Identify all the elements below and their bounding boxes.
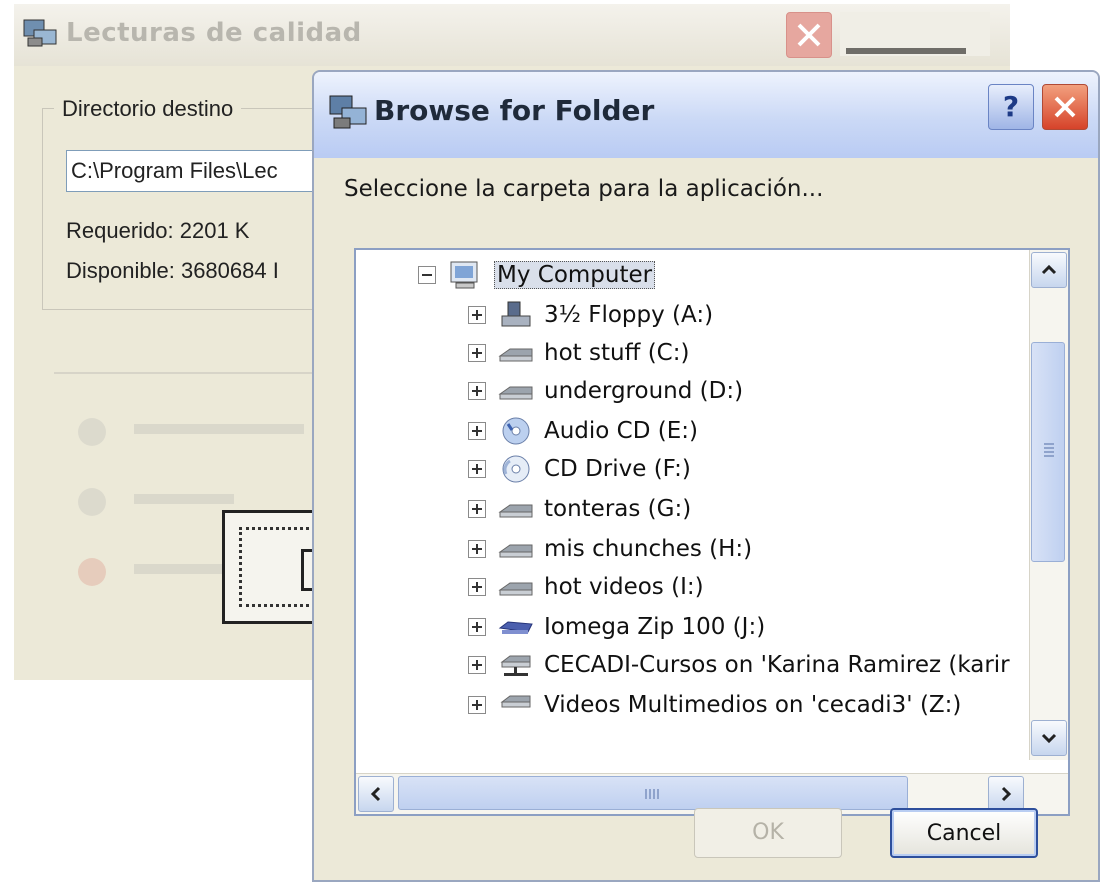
tree-item-label: CD Drive (F:) [544, 456, 691, 482]
audio-cd-icon [498, 416, 534, 446]
scroll-up-button[interactable] [1031, 252, 1067, 288]
vertical-scrollbar[interactable] [1029, 250, 1068, 760]
tree-item-label: underground (D:) [544, 378, 744, 404]
tree-item-drive-c[interactable]: hot stuff (C:) [468, 334, 689, 372]
expand-icon[interactable] [468, 578, 486, 596]
tree-item-label: 3½ Floppy (A:) [544, 302, 714, 328]
tree-item-label: tonteras (G:) [544, 496, 692, 522]
destination-path-field[interactable]: C:\Program Files\Lec [66, 150, 342, 192]
tree-item-drive-g[interactable]: tonteras (G:) [468, 490, 691, 528]
scroll-left-button[interactable] [358, 776, 394, 812]
tree-item-label: My Computer [494, 261, 656, 289]
expand-icon[interactable] [468, 306, 486, 324]
setup-icon [20, 16, 60, 50]
hard-drive-icon [498, 534, 534, 564]
expand-icon[interactable] [468, 618, 486, 636]
tree-item-my-computer[interactable]: My Computer [418, 256, 656, 294]
expand-icon[interactable] [468, 344, 486, 362]
tree-item-label: Iomega Zip 100 (J:) [544, 614, 766, 640]
chevron-right-icon [1001, 786, 1012, 802]
floppy-icon [498, 300, 534, 330]
background-titlebar: Lecturas de calidad [14, 4, 1010, 66]
hard-drive-icon [498, 338, 534, 368]
browse-for-folder-dialog: Browse for Folder ? Seleccione la carpet… [312, 70, 1100, 882]
tree-item-label: hot videos (I:) [544, 574, 704, 600]
cd-drive-icon [498, 454, 534, 484]
chevron-down-icon [1041, 733, 1057, 744]
tree-item-label: CECADI-Cursos on 'Karina Ramirez (karir [544, 652, 1010, 678]
tree-item-drive-e[interactable]: Audio CD (E:) [468, 412, 698, 450]
hard-drive-icon [498, 376, 534, 406]
close-button[interactable] [1042, 84, 1088, 130]
vertical-scroll-thumb[interactable] [1031, 342, 1065, 562]
tree-item-label: Audio CD (E:) [544, 418, 698, 444]
background-window-title: Lecturas de calidad [66, 18, 362, 48]
setup-icon [326, 92, 370, 132]
destination-group-label: Directorio destino [54, 96, 242, 122]
expand-icon[interactable] [468, 460, 486, 478]
background-minimize-button[interactable] [840, 12, 990, 56]
tree-item-label: Videos Multimedios on 'cecadi3' (Z:) [544, 692, 962, 718]
tree-item-drive-d[interactable]: underground (D:) [468, 372, 743, 410]
expand-icon[interactable] [468, 696, 486, 714]
hard-drive-icon [498, 572, 534, 602]
expand-icon[interactable] [468, 656, 486, 674]
cancel-button[interactable]: Cancel [890, 808, 1038, 858]
collapse-icon[interactable] [418, 266, 436, 284]
tree-item-label: hot stuff (C:) [544, 340, 690, 366]
tree-item-floppy[interactable]: 3½ Floppy (A:) [468, 296, 713, 334]
scroll-right-button[interactable] [988, 776, 1024, 812]
tree-item-drive-j[interactable]: Iomega Zip 100 (J:) [468, 608, 765, 646]
tree-item-label: mis chunches (H:) [544, 536, 753, 562]
folder-tree[interactable]: My Computer 3½ Floppy (A:) hot stuff (C:… [354, 248, 1070, 816]
tree-item-network-videos-multimedios[interactable]: Videos Multimedios on 'cecadi3' (Z:) [468, 686, 961, 724]
required-space-text: Requerido: 2201 K [66, 218, 250, 243]
expand-icon[interactable] [468, 382, 486, 400]
hard-drive-icon [498, 494, 534, 524]
expand-icon[interactable] [468, 422, 486, 440]
tree-item-drive-i[interactable]: hot videos (I:) [468, 568, 704, 606]
horizontal-scroll-thumb[interactable] [398, 776, 908, 810]
network-drive-icon [498, 650, 534, 680]
tree-item-drive-f[interactable]: CD Drive (F:) [468, 450, 691, 488]
ok-button[interactable]: OK [694, 808, 842, 858]
dialog-prompt: Seleccione la carpeta para la aplicación… [344, 176, 824, 202]
scroll-down-button[interactable] [1031, 720, 1067, 756]
expand-icon[interactable] [468, 500, 486, 518]
network-drive-icon [498, 690, 534, 720]
tree-item-network-cecadi-cursos[interactable]: CECADI-Cursos on 'Karina Ramirez (karir [468, 646, 1010, 684]
tree-item-drive-h[interactable]: mis chunches (H:) [468, 530, 752, 568]
chevron-up-icon [1041, 264, 1057, 275]
dialog-title: Browse for Folder [374, 94, 655, 127]
background-close-button[interactable] [786, 12, 832, 58]
chevron-left-icon [370, 786, 381, 802]
computer-icon [448, 260, 484, 290]
dialog-titlebar: Browse for Folder ? [314, 72, 1098, 158]
expand-icon[interactable] [468, 540, 486, 558]
help-button[interactable]: ? [988, 84, 1034, 130]
zip-drive-icon [498, 612, 534, 642]
available-space-text: Disponible: 3680684 I [66, 258, 279, 283]
